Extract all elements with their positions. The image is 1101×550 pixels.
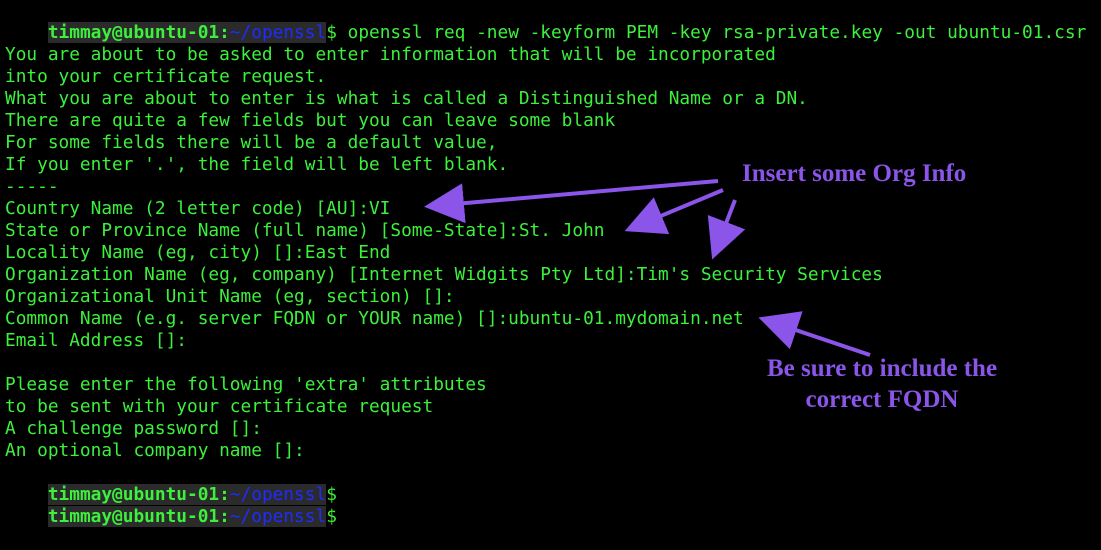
output-line: You are about to be asked to enter infor… bbox=[5, 44, 776, 65]
command-text: openssl req -new -keyform PEM -key rsa-p… bbox=[336, 22, 1087, 43]
prompt-path: ~/openssl bbox=[229, 506, 327, 527]
annotation-fqdn: Be sure to include the correct FQDN bbox=[724, 353, 1040, 415]
output-line: ----- bbox=[5, 176, 59, 197]
output-line: An optional company name []: bbox=[5, 440, 305, 461]
annotation-fqdn-line1: Be sure to include the bbox=[766, 355, 998, 382]
prompt-line: timmay@ubuntu-01:~/openssl$ bbox=[5, 462, 337, 505]
annotation-org-info: Insert some Org Info bbox=[742, 160, 967, 187]
output-line: A challenge password []: bbox=[5, 418, 262, 439]
prompt-user-host: timmay@ubuntu-01: bbox=[47, 22, 230, 43]
prompt-symbol: $ bbox=[326, 22, 337, 43]
output-line: Organization Name (eg, company) [Interne… bbox=[5, 264, 883, 285]
output-line: Organizational Unit Name (eg, section) [… bbox=[5, 286, 455, 307]
output-line: Country Name (2 letter code) [AU]:VI bbox=[5, 198, 391, 219]
prompt-symbol: $ bbox=[326, 506, 337, 527]
prompt-user-host: timmay@ubuntu-01: bbox=[47, 506, 230, 527]
prompt-line: timmay@ubuntu-01:~/openssl$ bbox=[5, 484, 337, 527]
command-line: timmay@ubuntu-01:~/openssl$ openssl req … bbox=[5, 0, 1086, 43]
output-line: into your certificate request. bbox=[5, 66, 327, 87]
output-line: What you are about to enter is what is c… bbox=[5, 88, 808, 109]
annotation-fqdn-line2: correct FQDN bbox=[805, 386, 959, 413]
terminal-window[interactable]: timmay@ubuntu-01:~/openssl$ openssl req … bbox=[5, 0, 1101, 527]
output-line: State or Province Name (full name) [Some… bbox=[5, 220, 605, 241]
output-line: Common Name (e.g. server FQDN or YOUR na… bbox=[5, 308, 744, 329]
output-line: Email Address []: bbox=[5, 330, 187, 351]
prompt-path: ~/openssl bbox=[229, 22, 327, 43]
output-line: For some fields there will be a default … bbox=[5, 132, 498, 153]
output-line: Locality Name (eg, city) []:East End bbox=[5, 242, 391, 263]
output-line: Please enter the following 'extra' attri… bbox=[5, 374, 487, 395]
output-line: There are quite a few fields but you can… bbox=[5, 110, 616, 131]
output-line: to be sent with your certificate request bbox=[5, 396, 434, 417]
output-line: If you enter '.', the field will be left… bbox=[5, 154, 509, 175]
